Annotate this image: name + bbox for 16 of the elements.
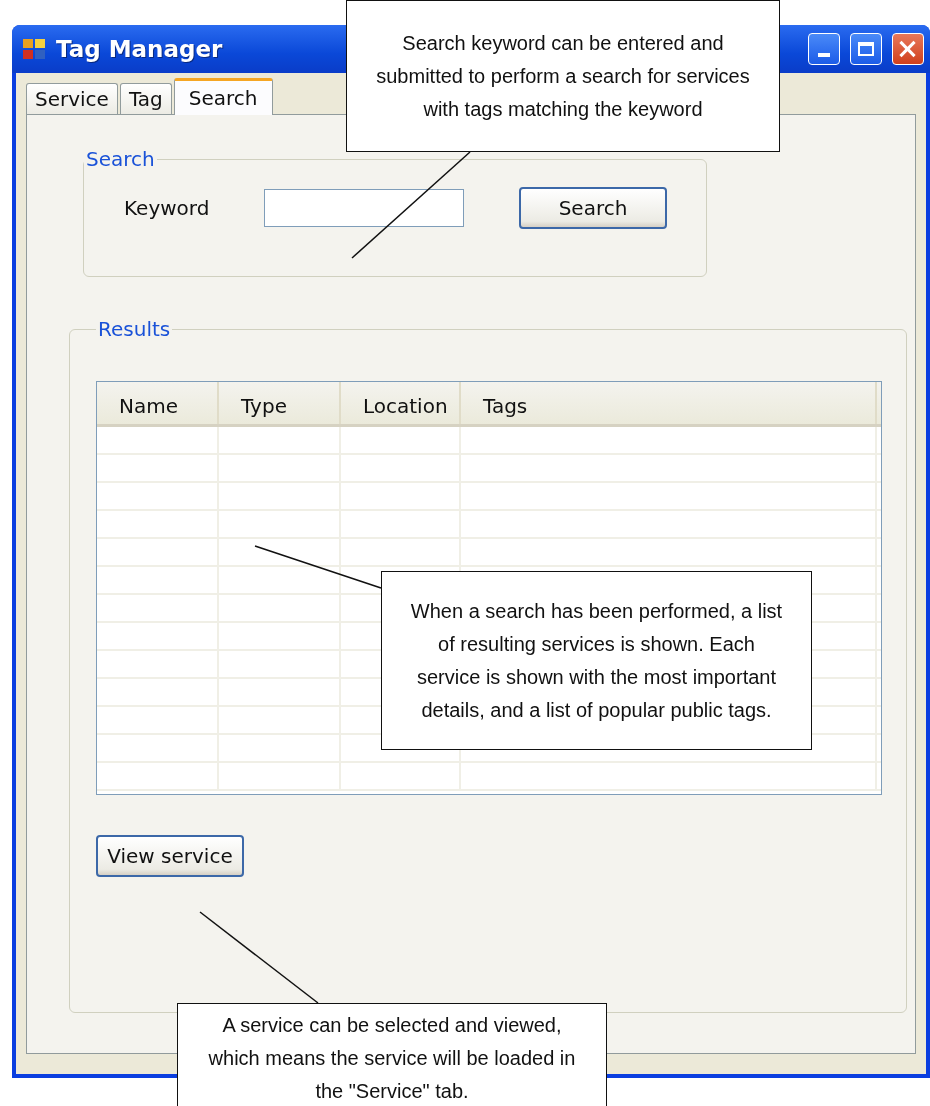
callout-note: When a search has been performed, a list of resulting services is shown. Each service is shown with the most important details, and a list of popular public tags.: [381, 571, 812, 750]
field-label: Keyword: [124, 196, 211, 220]
column-header[interactable]: Location: [341, 382, 461, 424]
group-title: Search: [85, 147, 156, 171]
tab[interactable]: Tag: [119, 83, 172, 114]
callout-note: Search keyword can be entered and submitted to perform a search for services with tags matching the keyword: [346, 0, 780, 152]
group-title: Results: [97, 317, 172, 341]
window-title: Tag Manager: [56, 36, 223, 62]
tab[interactable]: Search: [173, 78, 273, 115]
callout-note: A service can be selected and viewed, which means the service will be loaded in the "Service" tab.: [177, 1003, 607, 1106]
column-header[interactable]: Type: [219, 382, 341, 424]
column-header[interactable]: Tags: [461, 382, 877, 424]
search-button[interactable]: Search: [519, 187, 667, 229]
column-header[interactable]: Name: [97, 382, 219, 424]
tab[interactable]: Service: [26, 83, 118, 114]
view-service-button[interactable]: View service: [96, 835, 244, 877]
